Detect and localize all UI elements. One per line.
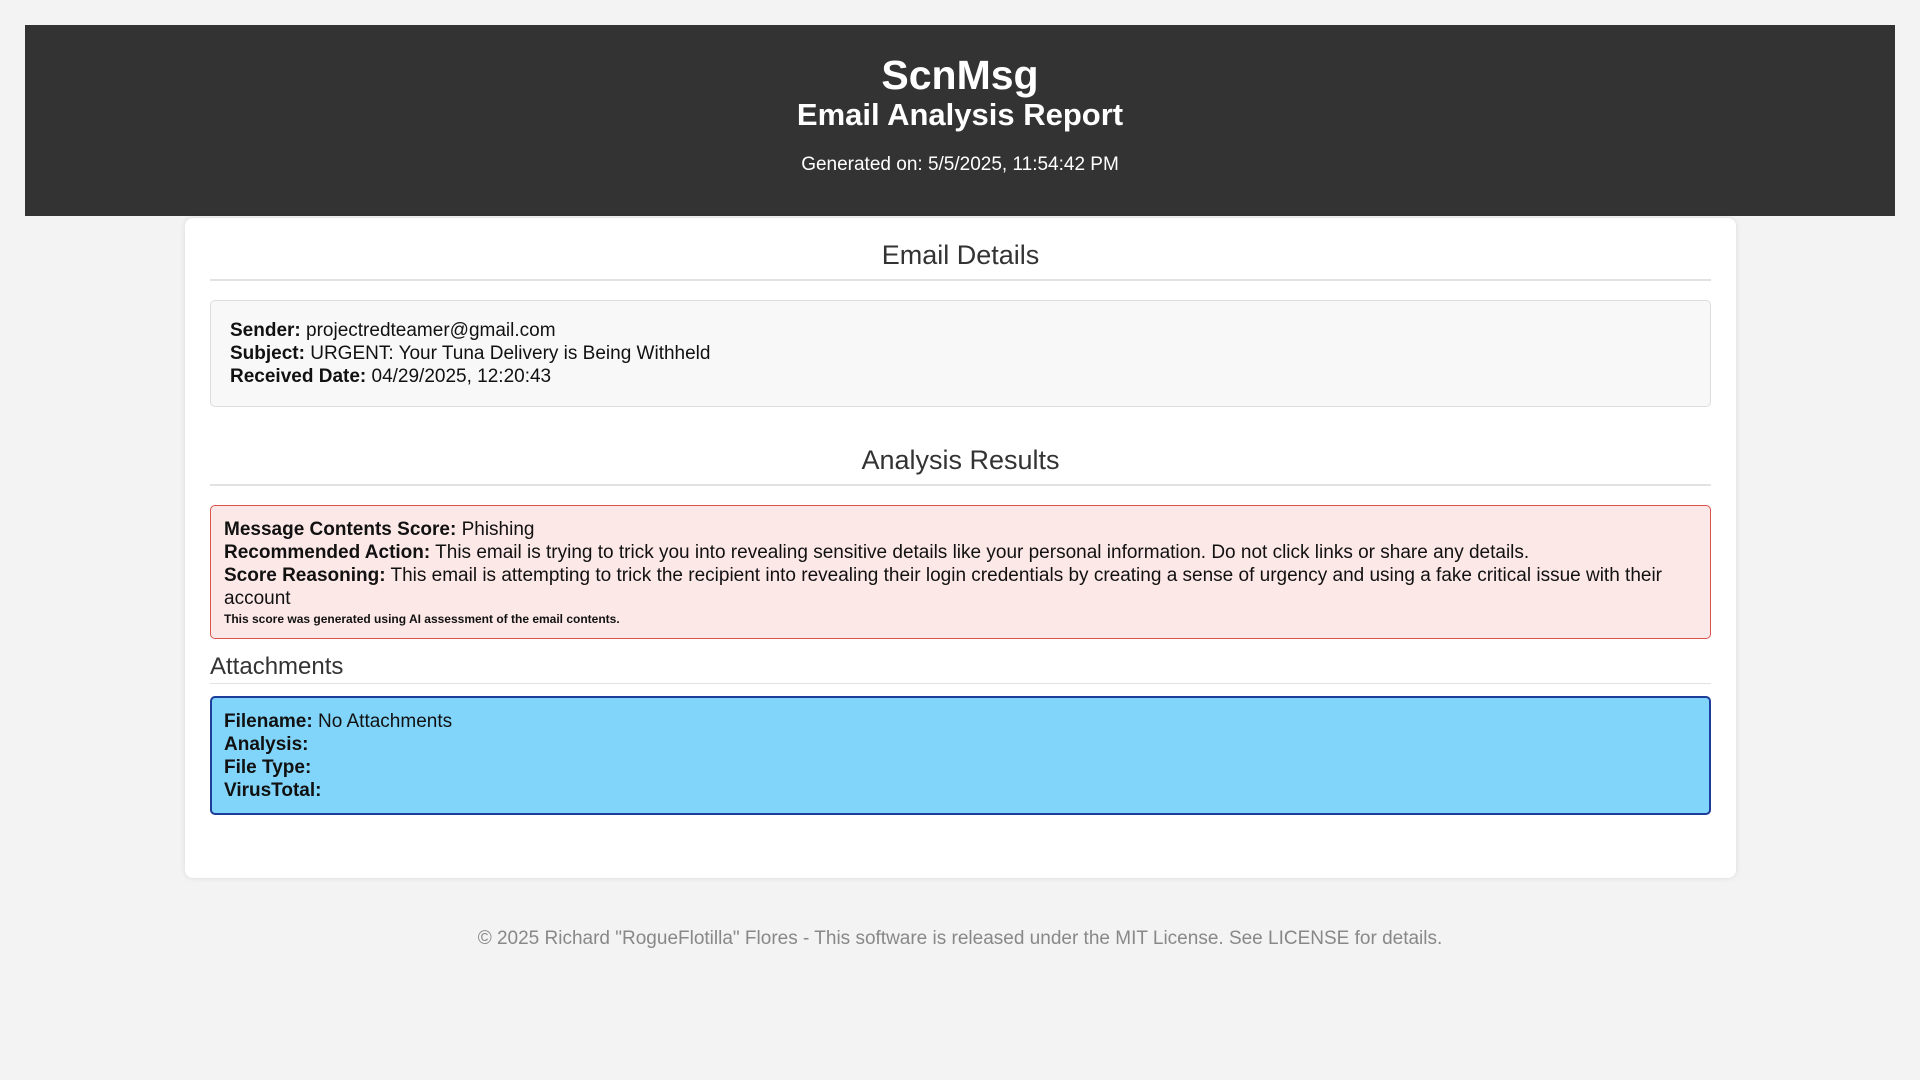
- file-type-row: File Type:: [224, 756, 1697, 779]
- report-card: Email Details Sender: projectredteamer@g…: [185, 218, 1736, 878]
- email-details-title: Email Details: [881, 240, 1040, 270]
- filename-row: Filename: No Attachments: [224, 710, 1697, 733]
- recommended-action-row: Recommended Action: This email is trying…: [224, 541, 1697, 564]
- virustotal-row: VirusTotal:: [224, 779, 1697, 802]
- file-type-label: File Type:: [224, 757, 312, 778]
- received-date-value: 04/29/2025, 12:20:43: [371, 366, 552, 387]
- attachment-analysis-label: Analysis:: [224, 734, 309, 755]
- score-reasoning-value: This email is attempting to trick the re…: [224, 565, 1663, 609]
- attachment-box: Filename: No Attachments Analysis: File …: [210, 696, 1711, 815]
- recommended-action-value: This email is trying to trick you into r…: [435, 542, 1530, 563]
- generated-value: 5/5/2025, 11:54:42 PM: [927, 154, 1119, 175]
- license-footer: © 2025 Richard "RogueFlotilla" Flores - …: [477, 928, 1443, 949]
- analysis-result-box: Message Contents Score: Phishing Recomme…: [210, 505, 1711, 639]
- analysis-results-title: Analysis Results: [861, 445, 1060, 475]
- score-reasoning-label: Score Reasoning:: [224, 565, 386, 586]
- attachment-analysis-row: Analysis:: [224, 733, 1697, 756]
- virustotal-label: VirusTotal:: [224, 780, 322, 801]
- received-date-label: Received Date:: [230, 366, 367, 387]
- attachments-title: Attachments: [210, 653, 344, 680]
- sender-label: Sender:: [230, 320, 301, 341]
- score-value: Phishing: [461, 519, 535, 540]
- subject-label: Subject:: [230, 343, 305, 364]
- subject-row: Subject: URGENT: Your Tuna Delivery is B…: [230, 342, 1691, 365]
- score-row: Message Contents Score: Phishing: [224, 518, 1697, 541]
- analysis-results-divider: [210, 484, 1711, 486]
- filename-value: No Attachments: [317, 711, 453, 732]
- email-details-divider: [210, 279, 1711, 281]
- recommended-action-label: Recommended Action:: [224, 542, 431, 563]
- score-reasoning-row: Score Reasoning: This email is attemptin…: [224, 564, 1697, 610]
- report-header: ScnMsg Email Analysis Report Generated o…: [25, 25, 1895, 216]
- sender-value: projectredteamer@gmail.com: [306, 320, 556, 341]
- received-date-row: Received Date: 04/29/2025, 12:20:43: [230, 365, 1691, 388]
- generated-timestamp: Generated on: 5/5/2025, 11:54:42 PM: [25, 153, 1895, 177]
- report-title: Email Analysis Report: [796, 97, 1124, 132]
- email-details-box: Sender: projectredteamer@gmail.com Subje…: [210, 300, 1711, 407]
- generated-label: Generated on:: [801, 154, 923, 175]
- attachments-divider: [210, 683, 1711, 684]
- sender-row: Sender: projectredteamer@gmail.com: [230, 319, 1691, 342]
- filename-label: Filename:: [224, 711, 313, 732]
- score-label: Message Contents Score:: [224, 519, 457, 540]
- ai-assessment-note: This score was generated using AI assess…: [224, 612, 620, 626]
- app-name: ScnMsg: [881, 52, 1039, 98]
- subject-value: URGENT: Your Tuna Delivery is Being With…: [310, 343, 711, 364]
